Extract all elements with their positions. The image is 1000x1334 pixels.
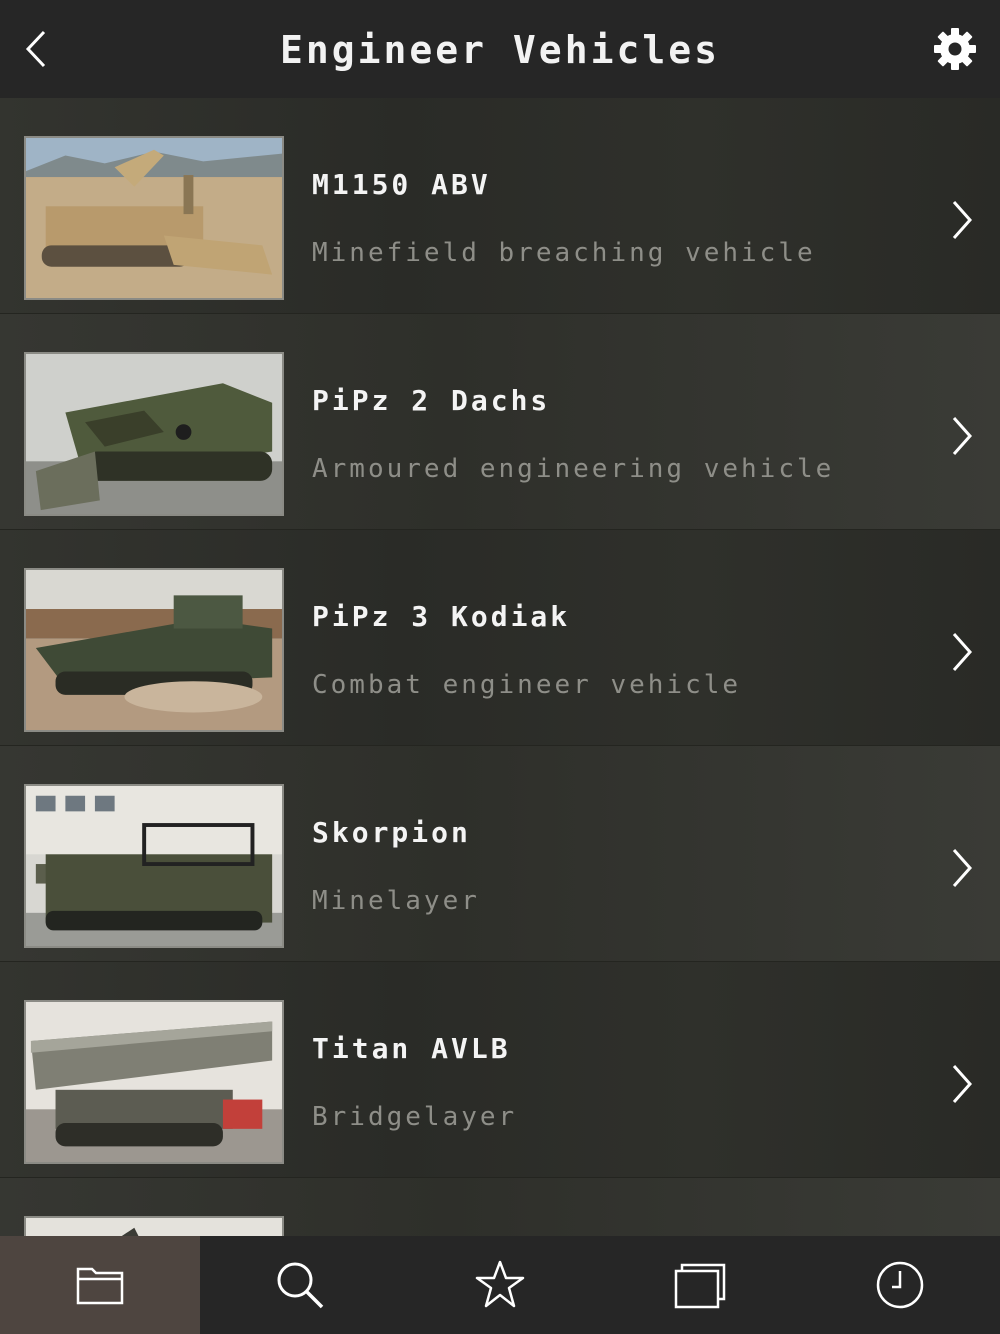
gear-icon bbox=[934, 28, 976, 70]
tab-catalog[interactable] bbox=[0, 1236, 200, 1334]
chevron-right-icon bbox=[952, 201, 973, 239]
list-item-titan-avlb[interactable]: Titan AVLB Bridgelayer bbox=[0, 962, 1000, 1178]
vehicle-name: PiPz 3 Kodiak bbox=[312, 600, 571, 633]
page-title: Engineer Vehicles bbox=[280, 28, 720, 72]
vehicle-thumbnail bbox=[24, 568, 284, 732]
star-icon bbox=[475, 1260, 525, 1308]
chevron-right-icon bbox=[952, 417, 973, 455]
vehicle-thumbnail bbox=[24, 1000, 284, 1164]
vehicle-thumbnail bbox=[24, 352, 284, 516]
vehicle-thumbnail bbox=[24, 784, 284, 948]
search-icon bbox=[277, 1262, 324, 1309]
folder-icon bbox=[76, 1267, 124, 1305]
vehicle-name: Titan AVLB bbox=[312, 1032, 511, 1065]
tab-bar bbox=[0, 1236, 1000, 1334]
windows-icon bbox=[674, 1263, 726, 1309]
tab-history[interactable] bbox=[800, 1236, 1000, 1334]
list-item-pipz-2-dachs[interactable]: PiPz 2 Dachs Armoured engineering vehicl… bbox=[0, 314, 1000, 530]
navigation-bar: Engineer Vehicles bbox=[0, 0, 1000, 99]
tab-search[interactable] bbox=[200, 1236, 400, 1334]
clock-icon bbox=[876, 1261, 924, 1309]
chevron-right-icon bbox=[952, 849, 973, 887]
vehicle-thumbnail bbox=[24, 1216, 284, 1236]
vehicle-type: Combat engineer vehicle bbox=[312, 670, 742, 700]
vehicle-type: Bridgelayer bbox=[312, 1102, 518, 1132]
chevron-right-icon bbox=[952, 1065, 973, 1103]
vehicle-name: PiPz 2 Dachs bbox=[312, 384, 551, 417]
tab-favorites[interactable] bbox=[400, 1236, 600, 1334]
vehicle-type: Minelayer bbox=[312, 886, 480, 916]
tab-compare[interactable] bbox=[600, 1236, 800, 1334]
list-item-pipz-3-kodiak[interactable]: PiPz 3 Kodiak Combat engineer vehicle bbox=[0, 530, 1000, 746]
list-item-m1150-abv[interactable]: M1150 ABV Minefield breaching vehicle bbox=[0, 98, 1000, 314]
list-item-partial[interactable] bbox=[0, 1178, 1000, 1236]
vehicle-name: Skorpion bbox=[312, 816, 471, 849]
vehicle-list[interactable]: M1150 ABV Minefield breaching vehicle Pi… bbox=[0, 98, 1000, 1236]
vehicle-type: Armoured engineering vehicle bbox=[312, 454, 835, 484]
list-item-skorpion[interactable]: Skorpion Minelayer bbox=[0, 746, 1000, 962]
vehicle-name: M1150 ABV bbox=[312, 168, 491, 201]
vehicle-type: Minefield breaching vehicle bbox=[312, 238, 816, 268]
vehicle-thumbnail bbox=[24, 136, 284, 300]
chevron-right-icon bbox=[952, 633, 973, 671]
settings-button[interactable] bbox=[932, 26, 978, 72]
